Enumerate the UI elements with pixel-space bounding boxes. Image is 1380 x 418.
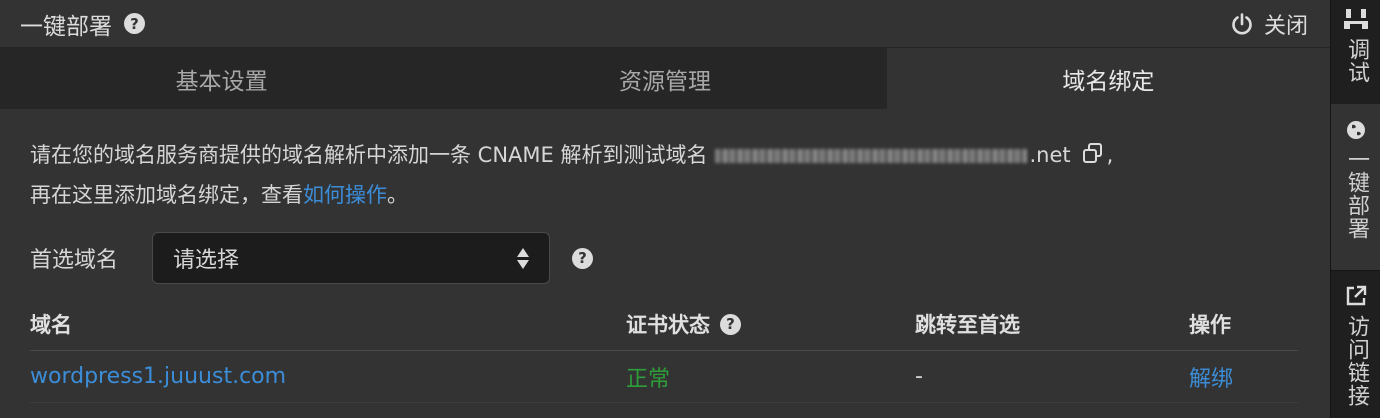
col-action: 操作 (1189, 313, 1231, 337)
close-label: 关闭 (1263, 14, 1308, 39)
panel-title: 一键部署 (20, 13, 112, 40)
preferred-domain-row: 首选域名 请选择 ? (30, 232, 1300, 284)
sidebar-item-debug-label: 调试 (1344, 38, 1369, 84)
instructions-period: 。 (387, 183, 408, 207)
copy-icon[interactable] (1081, 141, 1105, 165)
col-domain: 域名 (30, 313, 72, 337)
deploy-panel: 一键部署 ? 关闭 基本设置 资源管理 域名绑定 请在您的域名服务商提供的域名解… (0, 0, 1330, 418)
blurred-test-domain (715, 149, 1028, 163)
domain-suffix: .net (1029, 143, 1071, 167)
domain-binding-content: 请在您的域名服务商提供的域名解析中添加一条 CNAME 解析到测试域名 .net … (0, 135, 1330, 403)
sidebar-item-debug[interactable]: 调试 (1331, 0, 1380, 104)
redirect-value: - (915, 364, 923, 389)
cert-help-icon[interactable]: ? (720, 313, 741, 335)
instructions-text-2: 再在这里添加域名绑定，查看 (30, 183, 303, 207)
instructions-line-1: 请在您的域名服务商提供的域名解析中添加一条 CNAME 解析到测试域名 .net … (30, 135, 1300, 175)
preferred-domain-help-icon[interactable]: ? (572, 247, 593, 269)
col-cert-status-label: 证书状态 (626, 313, 710, 337)
cert-status: 正常 (626, 366, 671, 392)
col-redirect: 跳转至首选 (915, 313, 1020, 337)
sidebar-item-deploy-label: 一键部署 (1344, 148, 1369, 240)
preferred-domain-select-value: 请选择 (173, 248, 240, 273)
close-button[interactable]: 关闭 (1230, 0, 1308, 48)
instructions-comma: , (1106, 143, 1114, 167)
right-sidebar: 调试 一键部署 访问链接 (1330, 0, 1380, 418)
sidebar-item-access-link[interactable]: 访问链接 (1331, 270, 1380, 418)
tab-resource-management[interactable]: 资源管理 (443, 48, 886, 109)
select-arrows-icon (517, 247, 529, 269)
instructions-line-2: 再在这里添加域名绑定，查看如何操作。 (30, 175, 1300, 215)
sidebar-item-deploy[interactable]: 一键部署 (1331, 104, 1380, 270)
instructions-text-1: 请在您的域名服务商提供的域名解析中添加一条 CNAME 解析到测试域名 (30, 143, 708, 167)
table-header: 域名 证书状态 ? 跳转至首选 操作 (30, 298, 1298, 351)
help-icon[interactable]: ? (124, 13, 145, 34)
instructions: 请在您的域名服务商提供的域名解析中添加一条 CNAME 解析到测试域名 .net … (30, 135, 1300, 215)
debug-icon (1344, 9, 1368, 29)
sidebar-item-access-link-label: 访问链接 (1344, 315, 1369, 407)
domain-table: 域名 证书状态 ? 跳转至首选 操作 wordpress1.juuust.com… (30, 298, 1298, 403)
how-to-link[interactable]: 如何操作 (303, 183, 387, 207)
external-link-icon (1346, 285, 1367, 306)
preferred-domain-select[interactable]: 请选择 (152, 232, 550, 284)
tab-bar: 基本设置 资源管理 域名绑定 (0, 48, 1330, 109)
preferred-domain-label: 首选域名 (30, 248, 119, 273)
tab-domain-binding[interactable]: 域名绑定 (886, 48, 1330, 109)
power-icon (1232, 13, 1252, 35)
globe-icon (1347, 121, 1365, 139)
table-row: wordpress1.juuust.com 正常 - 解绑 (30, 351, 1298, 403)
col-cert-status: 证书状态 ? (626, 309, 915, 339)
tab-basic-settings[interactable]: 基本设置 (0, 48, 443, 109)
domain-link[interactable]: wordpress1.juuust.com (30, 364, 626, 389)
unbind-button[interactable]: 解绑 (1189, 361, 1298, 393)
panel-header: 一键部署 ? 关闭 (0, 0, 1330, 48)
